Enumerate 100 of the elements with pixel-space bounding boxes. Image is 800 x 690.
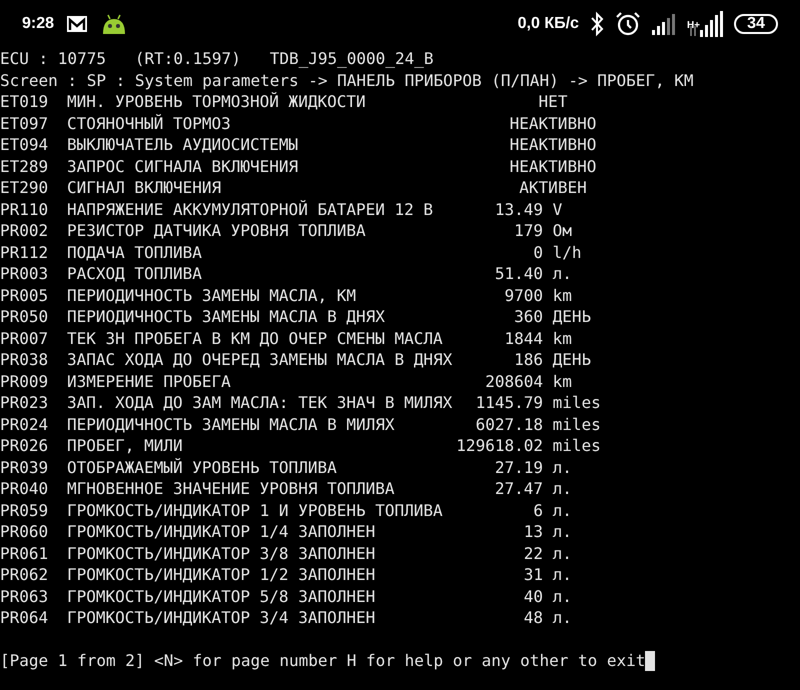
parameter-name: ПРОБЕГ, МИЛИ — [67, 435, 184, 456]
parameter-code: ET094 — [0, 134, 50, 156]
parameter-value: 9700 — [504, 284, 543, 306]
network-type: H+ — [686, 20, 700, 31]
unit-label: л. — [552, 564, 573, 586]
unit-label: ДЕНЬ — [552, 349, 592, 370]
unit-label: miles — [552, 435, 602, 456]
parameter-value: АКТИВЕН — [518, 177, 588, 198]
parameter-name: ВЫКЛЮЧАТЕЛЬ АУДИОСИСТЕМЫ — [67, 134, 300, 156]
parameter-name: ГРОМКОСТЬ/ИНДИКАТОР 1/4 ЗАПОЛНЕН — [67, 521, 376, 542]
parameter-name: ПЕРИОДИЧНОСТЬ ЗАМЕНЫ МАСЛА В ДНЯХ — [67, 306, 386, 328]
parameter-value: НЕТ — [538, 91, 568, 112]
header-line: ECU : 10775 (RT:0.1597) TDB_J95_0000_24_B — [0, 48, 434, 70]
parameter-code: PR062 — [0, 564, 50, 586]
parameter-code: PR009 — [0, 370, 50, 392]
parameter-code: PR005 — [0, 284, 50, 306]
parameter-value: 40 — [524, 586, 543, 607]
parameter-name: СИГНАЛ ВКЛЮЧЕНИЯ — [67, 177, 222, 198]
parameter-code: PR059 — [0, 500, 50, 521]
unit-label: km — [552, 370, 573, 392]
parameter-code: PR063 — [0, 586, 50, 607]
unit-label: miles — [552, 392, 602, 414]
parameter-value: 0 — [533, 242, 543, 263]
alarm-clock-icon — [614, 11, 641, 37]
parameter-code: PR112 — [0, 242, 50, 263]
clock-time: 9:28 — [22, 15, 54, 33]
battery-icon: 34 — [734, 14, 778, 34]
unit-label: л. — [552, 607, 573, 628]
parameter-value: 13 — [524, 521, 543, 542]
unit-label: л. — [552, 521, 573, 542]
parameter-name: ГРОМКОСТЬ/ИНДИКАТОР 1 И УРОВЕНЬ ТОПЛИВА — [67, 500, 444, 521]
text-cursor — [645, 650, 656, 671]
parameter-value: 13.49 — [494, 198, 543, 220]
parameter-value: 22 — [524, 542, 543, 564]
parameter-name: ТЕК ЗН ПРОБЕГА В КМ ДО ОЧЕР СМЕНЫ МАСЛА — [67, 328, 444, 349]
parameter-value: 6027.18 — [476, 414, 543, 435]
parameter-name: ЗАПАС ХОДА ДО ОЧЕРЕД ЗАМЕНЫ МАСЛА В ДНЯХ — [67, 349, 454, 370]
unit-label: л. — [552, 542, 573, 564]
parameter-value: НЕАКТИВНО — [508, 134, 598, 156]
parameter-name: НАПРЯЖЕНИЕ АККУМУЛЯТОРНОЙ БАТАРЕИ 12 В — [67, 198, 434, 220]
parameter-code: PR026 — [0, 435, 50, 456]
parameter-code: PR007 — [0, 328, 50, 349]
unit-label: ДЕНЬ — [552, 306, 592, 328]
parameter-code: PR038 — [0, 349, 50, 370]
parameter-code: ET289 — [0, 156, 50, 177]
parameter-value: 27.47 — [494, 478, 543, 500]
unit-label: л. — [552, 586, 573, 607]
parameter-name: ГРОМКОСТЬ/ИНДИКАТОР 3/4 ЗАПОЛНЕН — [67, 607, 376, 628]
unit-label: V — [552, 198, 564, 220]
prompt-text: [Page 1 from 2] <N> for page number H for help or any other to exit — [0, 650, 646, 672]
unit-label: km — [552, 284, 573, 306]
parameter-name: СТОЯНОЧНЫЙ ТОРМОЗ — [67, 112, 232, 134]
header-line: Screen : SP : System parameters -> ПАНЕЛЬ ПРИБОРОВ (П/ПАН) -> ПРОБЕГ, КМ — [0, 70, 695, 91]
parameter-code: PR040 — [0, 478, 50, 500]
parameter-name: ЗАПРОС СИГНАЛА ВКЛЮЧЕНИЯ — [67, 156, 300, 177]
parameter-value: 179 — [514, 220, 543, 242]
signal-icon — [650, 12, 677, 36]
parameter-name: ПЕРИОДИЧНОСТЬ ЗАМЕНЫ МАСЛА В МИЛЯХ — [67, 414, 396, 435]
parameter-value: 1844 — [504, 328, 543, 349]
parameter-name: РЕЗИСТОР ДАТЧИКА УРОВНЯ ТОПЛИВА — [67, 220, 367, 242]
parameter-code: PR024 — [0, 414, 50, 435]
signal-icon — [688, 10, 724, 38]
unit-label: l/h — [552, 242, 582, 263]
parameter-value: 6 — [533, 500, 543, 521]
parameter-name: МГНОВЕННОЕ ЗНАЧЕНИЕ УРОВНЯ ТОПЛИВА — [67, 478, 396, 500]
unit-label: л. — [552, 263, 573, 284]
parameter-name: ОТОБРАЖАЕМЫЙ УРОВЕНЬ ТОПЛИВА — [67, 456, 338, 478]
parameter-code: ET019 — [0, 91, 50, 112]
parameter-code: PR023 — [0, 392, 50, 414]
parameter-value: 208604 — [485, 370, 543, 392]
parameter-name: ГРОМКОСТЬ/ИНДИКАТОР 1/2 ЗАПОЛНЕН — [67, 564, 376, 586]
parameter-code: PR061 — [0, 542, 50, 564]
parameter-value: НЕАКТИВНО — [508, 156, 598, 177]
parameter-value: 48 — [524, 607, 543, 628]
network-speed: 0,0 КБ/с — [518, 15, 579, 33]
parameter-code: PR110 — [0, 198, 50, 220]
parameter-value: 1145.79 — [476, 392, 543, 414]
parameter-name: ПОДАЧА ТОПЛИВА — [67, 242, 203, 263]
parameter-code: PR003 — [0, 263, 50, 284]
parameter-code: ET290 — [0, 177, 50, 198]
parameter-value: НЕАКТИВНО — [508, 112, 598, 134]
unit-label: л. — [552, 456, 573, 478]
parameter-name: РАСХОД ТОПЛИВА — [67, 263, 203, 284]
parameter-value: 31 — [524, 564, 543, 586]
parameter-name: ПЕРИОДИЧНОСТЬ ЗАМЕНЫ МАСЛА, КМ — [67, 284, 357, 306]
parameter-code: PR002 — [0, 220, 50, 242]
unit-label: л. — [552, 478, 573, 500]
parameter-name: ГРОМКОСТЬ/ИНДИКАТОР 3/8 ЗАПОЛНЕН — [67, 542, 376, 564]
parameter-value: 129618.02 — [456, 435, 543, 456]
parameter-value: 186 — [514, 349, 543, 370]
parameter-name: ЗАП. ХОДА ДО ЗАМ МАСЛА: ТЕК ЗНАЧ В МИЛЯХ — [67, 392, 454, 414]
parameter-name: ГРОМКОСТЬ/ИНДИКАТОР 5/8 ЗАПОЛНЕН — [67, 586, 376, 607]
parameter-code: ET097 — [0, 112, 50, 134]
parameter-value: 27.19 — [494, 456, 543, 478]
unit-label: Ом — [552, 220, 573, 242]
unit-label: л. — [552, 500, 573, 521]
parameter-value: 51.40 — [494, 263, 543, 284]
parameter-name: ИЗМЕРЕНИЕ ПРОБЕГА — [67, 370, 232, 392]
mail-icon — [66, 15, 88, 33]
parameter-code: PR060 — [0, 521, 50, 542]
